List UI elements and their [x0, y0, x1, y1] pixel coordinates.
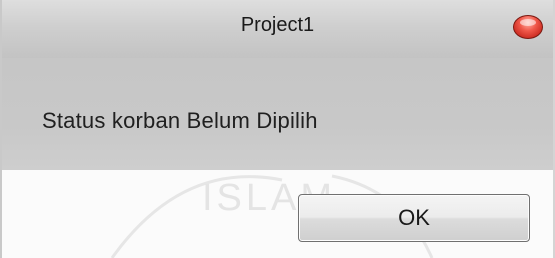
message-dialog: Project1 Status korban Belum Dipilih ISL…	[0, 0, 555, 258]
button-area: ISLAM OK	[2, 170, 553, 258]
window-title: Project1	[240, 14, 315, 36]
close-icon[interactable]	[513, 15, 543, 39]
message-area: Status korban Belum Dipilih	[2, 58, 553, 170]
message-text: Status korban Belum Dipilih	[42, 108, 318, 133]
title-bar[interactable]: Project1	[2, 0, 553, 58]
ok-button[interactable]: OK	[298, 194, 530, 242]
close-icon-highlight	[520, 19, 536, 26]
